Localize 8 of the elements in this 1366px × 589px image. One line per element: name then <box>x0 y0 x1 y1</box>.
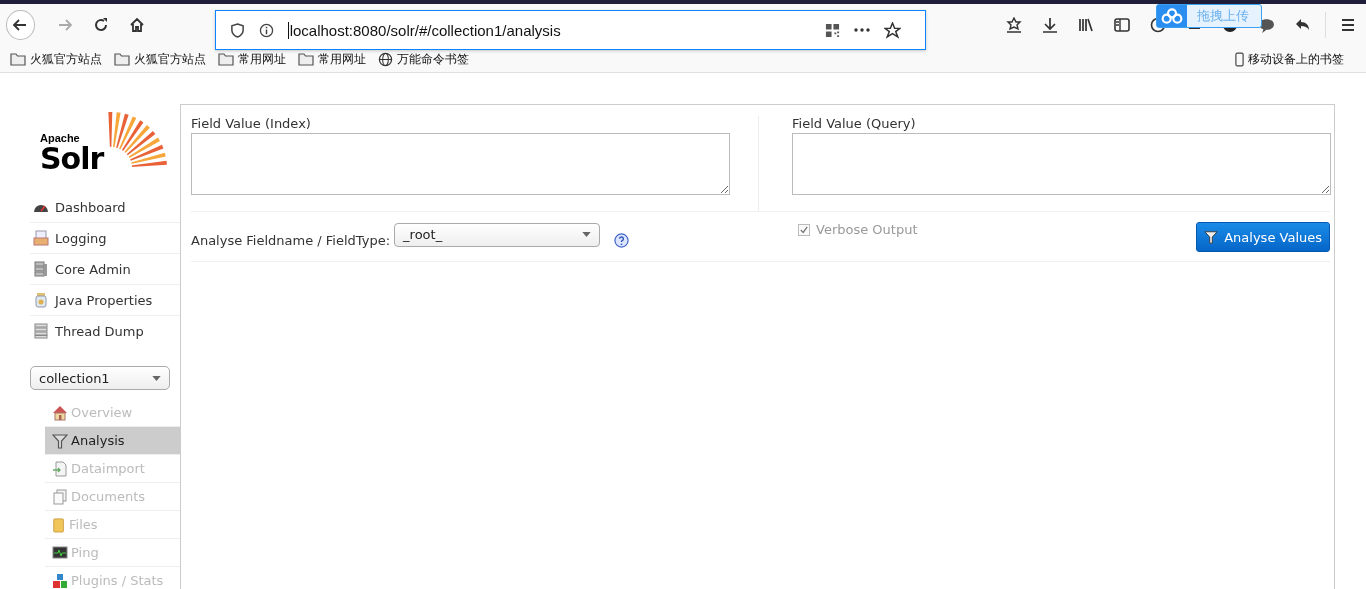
url-text: localhost:8080/solr/#/collection1/analysis <box>287 21 825 39</box>
logo-title: Solr <box>40 144 104 174</box>
fieldtype-label: Analyse Fieldname / FieldType: <box>191 232 391 248</box>
field-label: Field Value (Query) <box>792 116 917 131</box>
field-label: Field Value (Index) <box>191 116 312 131</box>
upload-label: 拖拽上传 <box>1196 7 1250 25</box>
logo-subtitle: Apache <box>40 132 81 144</box>
verbose-label: Verbose Output <box>816 222 918 237</box>
